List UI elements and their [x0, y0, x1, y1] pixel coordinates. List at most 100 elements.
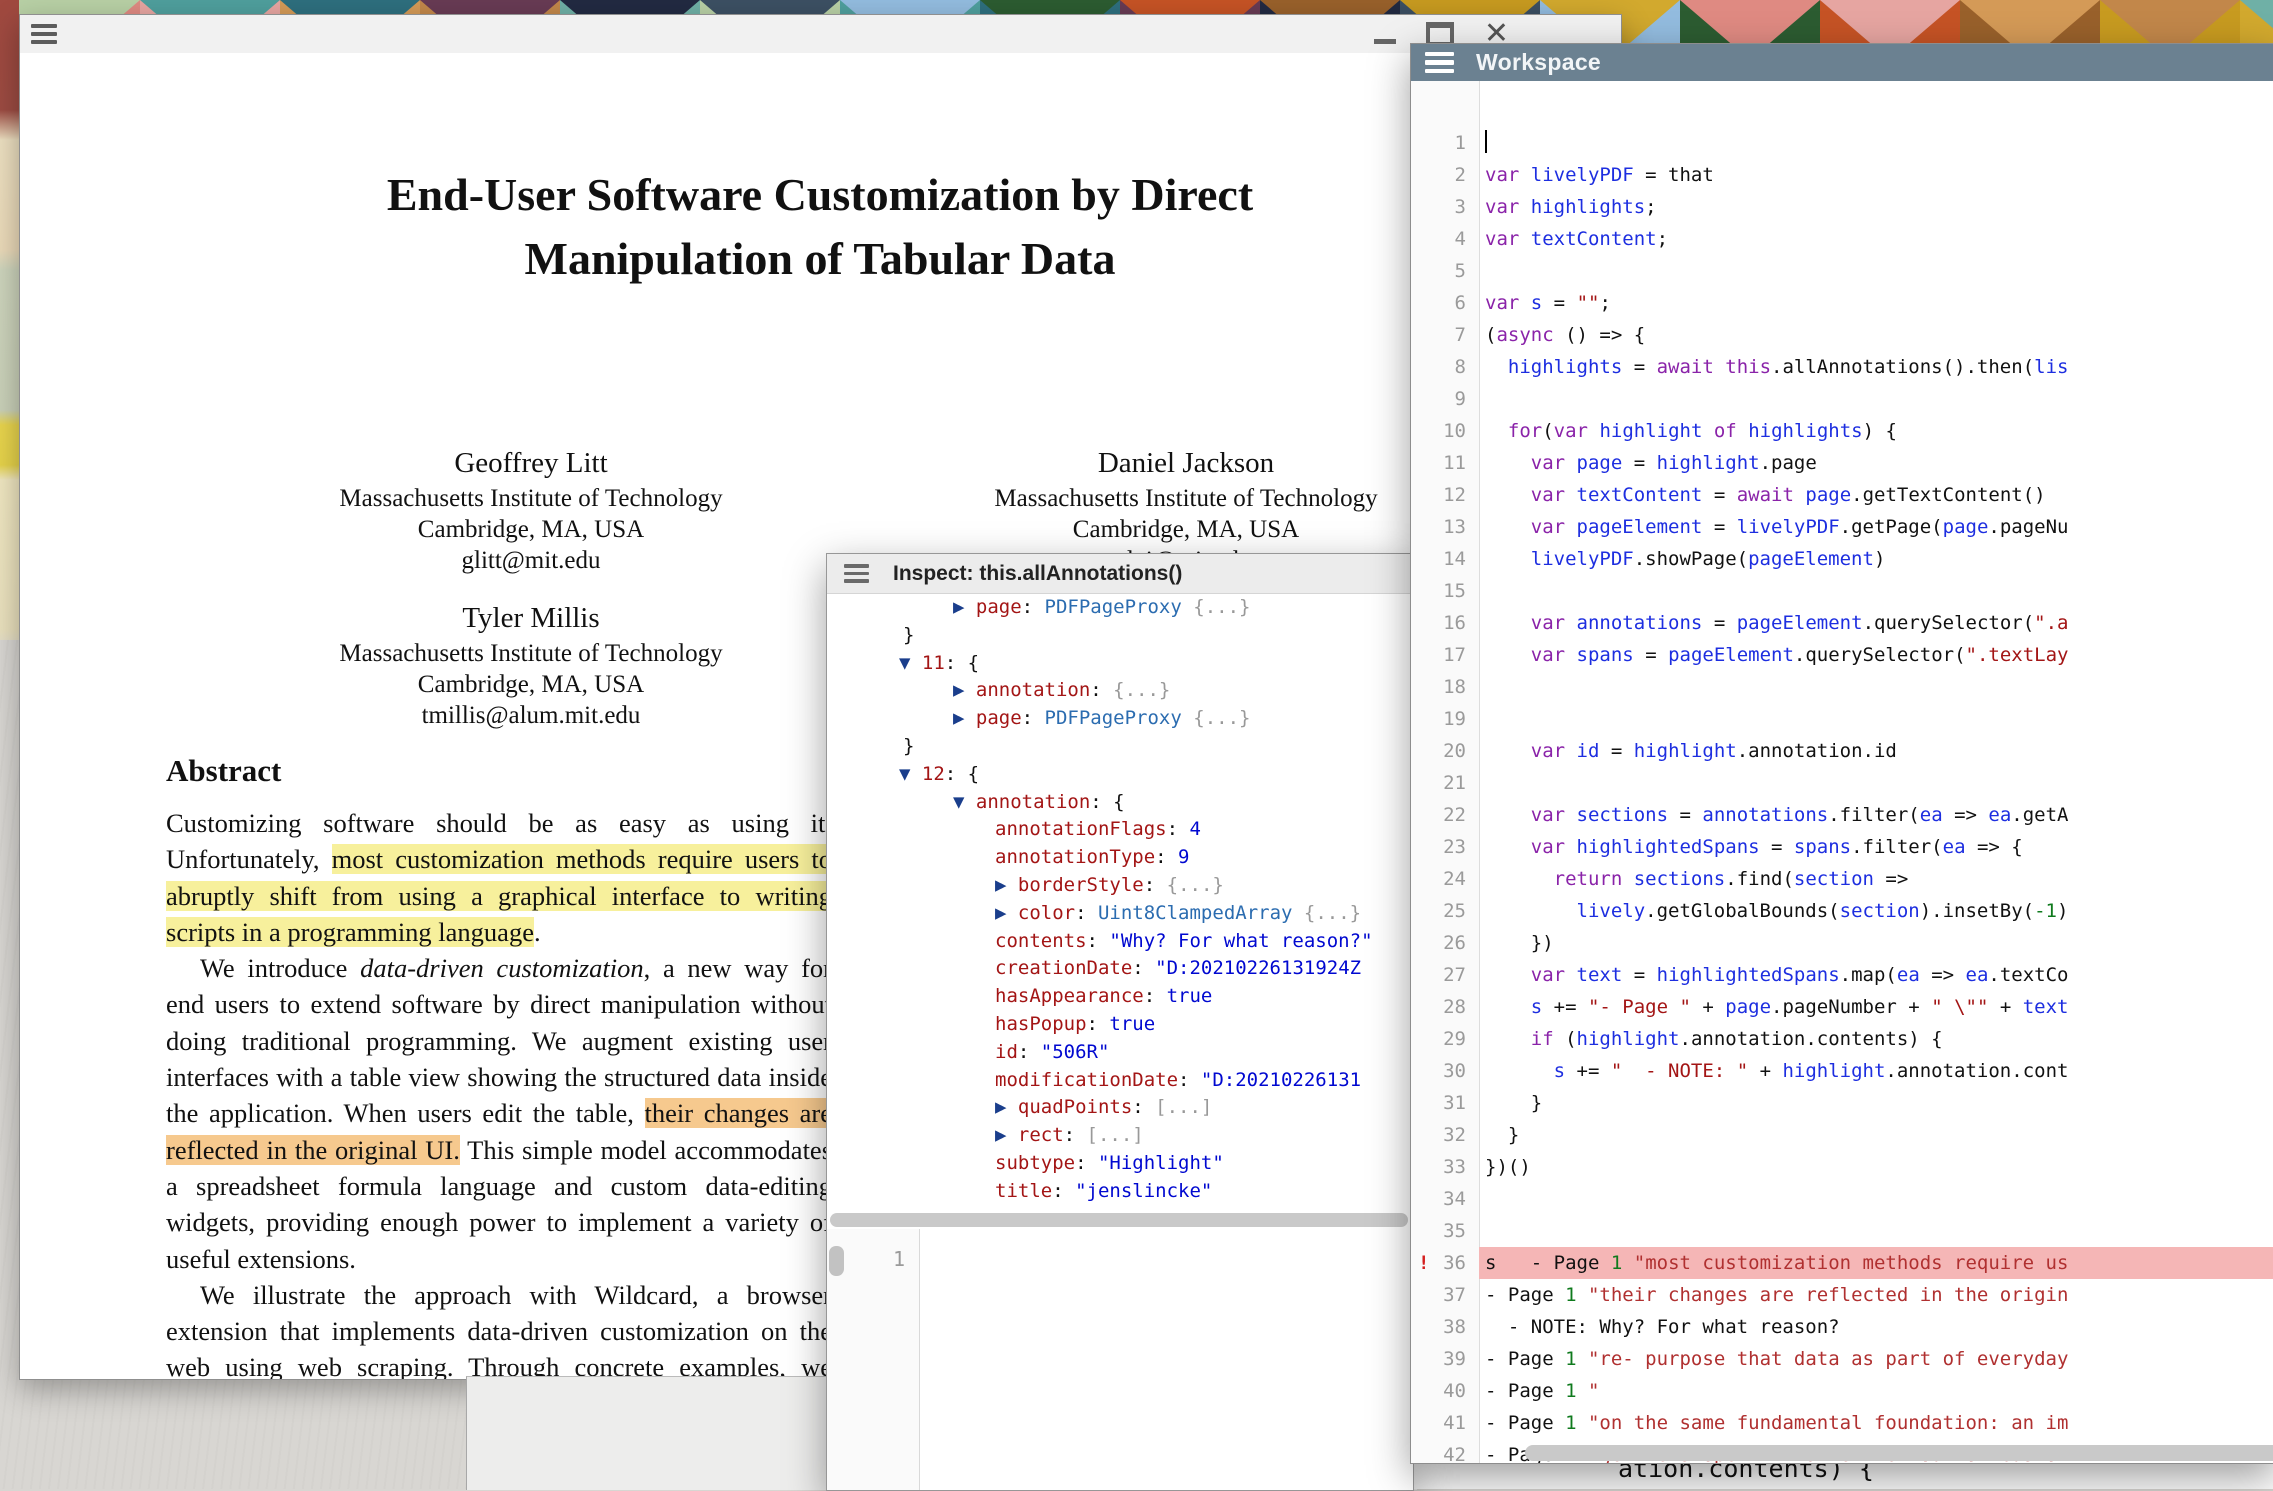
code-line[interactable]: var livelyPDF = that	[1485, 159, 2273, 191]
code-token: {...}	[1113, 679, 1170, 701]
code-line[interactable]	[1485, 575, 2273, 607]
line-number: 26	[1411, 927, 1479, 959]
code-line[interactable]: return sections.find(section =>	[1485, 863, 2273, 895]
code-line[interactable]	[1485, 127, 2273, 159]
tree-row[interactable]: hasPopup: true	[827, 1011, 1413, 1039]
code-line[interactable]	[1485, 255, 2273, 287]
code-line[interactable]	[1485, 767, 2273, 799]
tree-row[interactable]: ▼ 11: {	[827, 650, 1413, 678]
line-number: 31	[1411, 1087, 1479, 1119]
code-token: rect	[1018, 1124, 1064, 1146]
tree-row[interactable]: ▶ annotation: {...}	[827, 677, 1413, 705]
code-line[interactable]	[1485, 1183, 2273, 1215]
inspect-window[interactable]: Inspect: this.allAnnotations() ▶ page: P…	[826, 553, 1414, 1491]
tree-row[interactable]: modificationDate: "D:20210226131	[827, 1067, 1413, 1095]
tree-row[interactable]: annotationType: 9	[827, 844, 1413, 872]
code-token: text	[2023, 996, 2069, 1018]
code-line[interactable]	[1485, 671, 2273, 703]
minimize-button[interactable]	[1374, 39, 1396, 44]
code-line[interactable]: var pageElement = livelyPDF.getPage(page…	[1485, 511, 2273, 543]
code-line[interactable]: (async () => {	[1485, 319, 2273, 351]
code-line[interactable]	[1485, 1215, 2273, 1247]
tree-row[interactable]: ▶ rect: [...]	[827, 1122, 1413, 1150]
tree-row[interactable]: ▶ quadPoints: [...]	[827, 1094, 1413, 1122]
tree-row[interactable]: }	[827, 622, 1413, 650]
tree-row[interactable]: ▼ 12: {	[827, 761, 1413, 789]
tree-row[interactable]: id: "506R"	[827, 1039, 1413, 1067]
code-line[interactable]: if (highlight.annotation.contents) {	[1485, 1023, 2273, 1055]
tree-row[interactable]: annotationFlags: 4	[827, 816, 1413, 844]
code-line[interactable]: })()	[1485, 1151, 2273, 1183]
tree-row[interactable]: title: "jenslincke"	[827, 1178, 1413, 1206]
code-token: "D:20210226131	[1201, 1069, 1361, 1091]
code-token	[1485, 356, 1508, 378]
code-line[interactable]: }	[1485, 1087, 2273, 1119]
paragraph-text: We introduce	[200, 953, 360, 983]
code-token: var	[1531, 644, 1565, 666]
code-line[interactable]: var highlightedSpans = spans.filter(ea =…	[1485, 831, 2273, 863]
pdf-window-titlebar[interactable]: ✕	[20, 15, 1621, 54]
line-number: 30	[1411, 1055, 1479, 1087]
code-line[interactable]: var page = highlight.page	[1485, 447, 2273, 479]
code-line[interactable]	[1485, 383, 2273, 415]
workspace-window[interactable]: Workspace 123456789101112131415161718192…	[1410, 43, 2273, 1464]
code-token: s - Page	[1485, 1252, 1611, 1274]
scrollbar-thumb[interactable]	[829, 1246, 844, 1276]
workspace-window-titlebar[interactable]: Workspace	[1411, 44, 2273, 81]
code-line[interactable]: for(var highlight of highlights) {	[1485, 415, 2273, 447]
code-line[interactable]: - NOTE: Why? For what reason?	[1485, 1311, 2273, 1343]
code-line[interactable]: s += "- Page " + page.pageNumber + " \""…	[1485, 991, 2273, 1023]
tree-row[interactable]: hasAppearance: true	[827, 983, 1413, 1011]
tree-row[interactable]: ▼ annotation: {	[827, 789, 1413, 817]
horizontal-scrollbar[interactable]	[830, 1213, 1408, 1227]
line-number: 20	[1411, 735, 1479, 767]
tree-row[interactable]: ▶ borderStyle: {...}	[827, 872, 1413, 900]
line-number: 42	[1411, 1439, 1479, 1463]
code-editor[interactable]: 1234567891011121314151617181920212223242…	[1411, 81, 2273, 1463]
code-line[interactable]: - Page 1 "	[1485, 1375, 2273, 1407]
code-line-error[interactable]: s - Page 1 "most customization methods r…	[1479, 1247, 2273, 1279]
code-line[interactable]: var spans = pageElement.querySelector(".…	[1485, 639, 2273, 671]
code-token: annotations	[1577, 612, 1703, 634]
tree-row[interactable]: ▶ page: PDFPageProxy {...}	[827, 594, 1413, 622]
code-line[interactable]: var textContent;	[1485, 223, 2273, 255]
code-line[interactable]: - Page 1 "re- purpose that data as part …	[1485, 1343, 2273, 1375]
line-number: 7	[1411, 319, 1479, 351]
code-token: "Highlight"	[1098, 1152, 1224, 1174]
code-line[interactable]: }	[1485, 1119, 2273, 1151]
code-line[interactable]: var id = highlight.annotation.id	[1485, 735, 2273, 767]
tree-row[interactable]: ▶ page: PDFPageProxy {...}	[827, 705, 1413, 733]
code-line[interactable]: var sections = annotations.filter(ea => …	[1485, 799, 2273, 831]
code-token: =	[1668, 804, 1702, 826]
code-line[interactable]: - Page 1 "on the same fundamental founda…	[1485, 1407, 2273, 1439]
menu-icon[interactable]	[1425, 52, 1454, 74]
code-line[interactable]: var text = highlightedSpans.map(ea => ea…	[1485, 959, 2273, 991]
tree-row[interactable]: ▶ color: Uint8ClampedArray {...}	[827, 900, 1413, 928]
code-line[interactable]: highlights = await this.allAnnotations()…	[1485, 351, 2273, 383]
horizontal-scrollbar-thumb[interactable]	[1525, 1445, 2273, 1461]
code-token: section	[1840, 900, 1920, 922]
code-line[interactable]: var s = "";	[1485, 287, 2273, 319]
code-line[interactable]: var textContent = await page.getTextCont…	[1485, 479, 2273, 511]
menu-icon[interactable]	[844, 564, 869, 583]
tree-row[interactable]: creationDate: "D:20210226131924Z	[827, 955, 1413, 983]
tree-row[interactable]: }	[827, 733, 1413, 761]
code-line[interactable]: livelyPDF.showPage(pageElement)	[1485, 543, 2273, 575]
inspect-code-pane[interactable]: 1	[827, 1229, 1413, 1490]
code-token: :	[1087, 1013, 1110, 1035]
tree-row[interactable]: subtype: "Highlight"	[827, 1150, 1413, 1178]
code-line[interactable]: s += " - NOTE: " + highlight.annotation.…	[1485, 1055, 2273, 1087]
code-line[interactable]: })	[1485, 927, 2273, 959]
code-line[interactable]: var highlights;	[1485, 191, 2273, 223]
code-line[interactable]: lively.getGlobalBounds(section).insetBy(…	[1485, 895, 2273, 927]
code-token: await	[1657, 356, 1714, 378]
tree-row[interactable]: contents: "Why? For what reason?"	[827, 928, 1413, 956]
code-line[interactable]: var annotations = pageElement.querySelec…	[1485, 607, 2273, 639]
code-token: "jenslincke"	[1075, 1180, 1212, 1202]
object-tree[interactable]: ▶ page: PDFPageProxy {...}}▼ 11: {▶ anno…	[827, 594, 1413, 1213]
menu-icon[interactable]	[31, 24, 57, 44]
code-line[interactable]	[1485, 703, 2273, 735]
line-number: 37	[1411, 1279, 1479, 1311]
inspect-window-titlebar[interactable]: Inspect: this.allAnnotations()	[827, 554, 1413, 594]
code-line[interactable]: - Page 1 "their changes are reflected in…	[1485, 1279, 2273, 1311]
